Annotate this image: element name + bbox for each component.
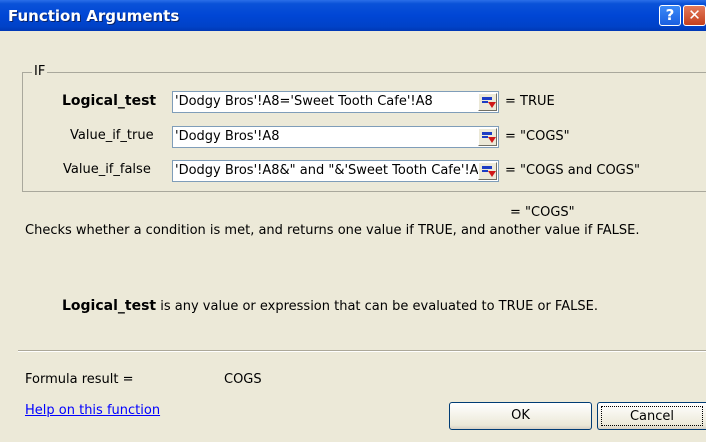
value-if-false-value: 'Dodgy Bros'!A8&" and "&'Sweet Tooth Caf… bbox=[175, 163, 487, 178]
logical-test-result: = TRUE bbox=[505, 94, 555, 109]
formula-result-value: COGS bbox=[224, 372, 262, 387]
function-name-label: IF bbox=[32, 64, 48, 79]
argument-help-text: is any value or expression that can be e… bbox=[156, 299, 598, 314]
help-icon[interactable]: ? bbox=[659, 5, 681, 26]
collapse-dialog-icon[interactable] bbox=[478, 128, 497, 146]
logical-test-value: 'Dodgy Bros'!A8='Sweet Tooth Cafe'!A8 bbox=[175, 94, 433, 109]
cancel-button-label: Cancel bbox=[601, 406, 703, 426]
help-on-function-link[interactable]: Help on this function bbox=[25, 403, 160, 418]
separator bbox=[18, 350, 706, 352]
value-if-true-input[interactable]: 'Dodgy Bros'!A8 bbox=[172, 126, 499, 148]
collapse-dialog-icon[interactable] bbox=[478, 162, 497, 180]
value-if-false-label: Value_if_false bbox=[63, 162, 151, 177]
value-if-true-value: 'Dodgy Bros'!A8 bbox=[175, 129, 280, 144]
close-icon[interactable]: ✕ bbox=[683, 5, 706, 26]
overall-result: = "COGS" bbox=[510, 205, 575, 220]
argument-help-name: Logical_test bbox=[62, 298, 157, 314]
dialog-title: Function Arguments bbox=[8, 7, 180, 25]
logical-test-input[interactable]: 'Dodgy Bros'!A8='Sweet Tooth Cafe'!A8 bbox=[172, 91, 499, 113]
collapse-dialog-icon[interactable] bbox=[478, 93, 497, 111]
value-if-false-input[interactable]: 'Dodgy Bros'!A8&" and "&'Sweet Tooth Caf… bbox=[172, 160, 499, 182]
cancel-button[interactable]: Cancel bbox=[597, 402, 706, 430]
title-bar[interactable]: Function Arguments ? ✕ bbox=[0, 0, 706, 31]
function-description: Checks whether a condition is met, and r… bbox=[25, 223, 640, 238]
value-if-true-result: = "COGS" bbox=[505, 129, 570, 144]
logical-test-label: Logical_test bbox=[62, 93, 157, 109]
formula-result-label: Formula result = bbox=[25, 372, 134, 387]
argument-help: Logical_test is any value or expression … bbox=[62, 298, 598, 314]
function-arguments-dialog: Function Arguments ? ✕ IF Logical_test '… bbox=[0, 0, 706, 442]
value-if-false-result: = "COGS and COGS" bbox=[505, 163, 640, 178]
value-if-true-label: Value_if_true bbox=[70, 128, 154, 143]
ok-button[interactable]: OK bbox=[449, 402, 592, 430]
